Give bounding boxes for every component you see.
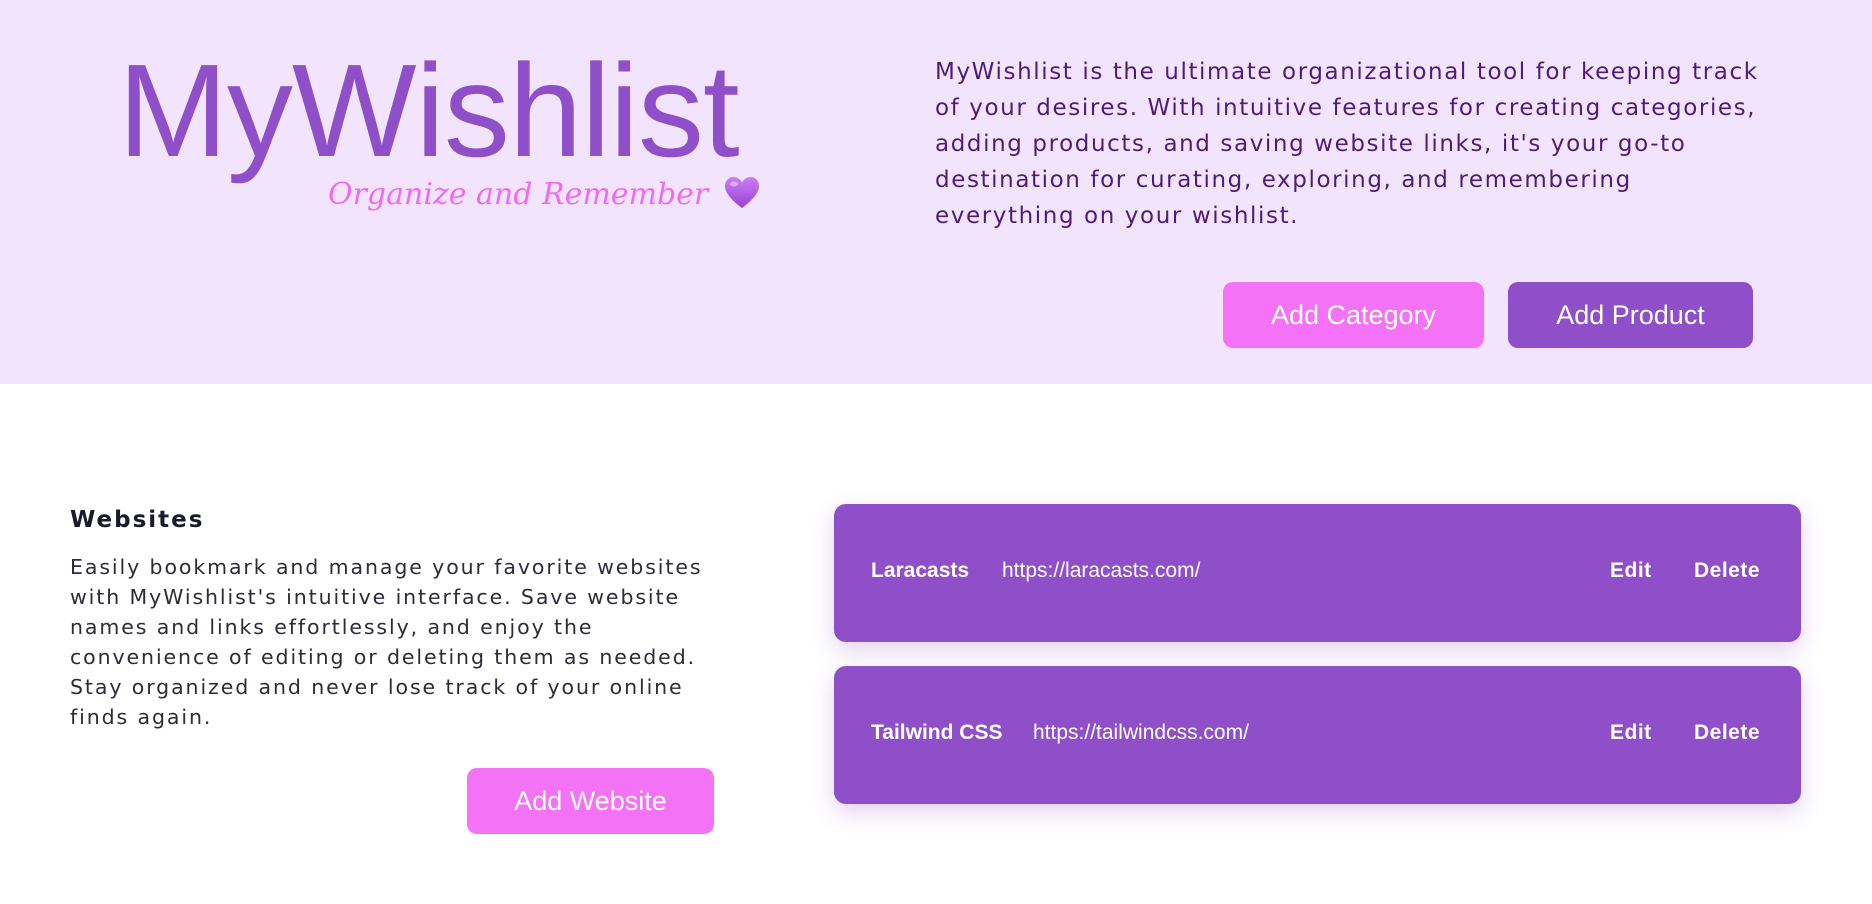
logo-title: MyWishlist [118,37,740,184]
delete-website-button[interactable]: Delete [1694,721,1760,745]
website-name: Tailwind CSS [871,721,1003,744]
website-card: Tailwind CSS https://tailwindcss.com/ Ed… [834,666,1801,804]
header-banner: MyWishlist Organize and Remember MyWishl… [0,0,1872,384]
website-name: Laracasts [871,559,970,582]
intro-text: MyWishlist is the ultimate organizationa… [935,59,1759,229]
website-card: Laracasts https://laracasts.com/ Edit De… [834,504,1801,642]
website-link[interactable]: https://tailwindcss.com/ [1033,721,1249,745]
edit-website-button[interactable]: Edit [1610,721,1652,745]
edit-website-button[interactable]: Edit [1610,559,1652,583]
tagline-text: Organize and Remember [328,177,709,212]
websites-title: Websites [70,507,205,533]
add-product-button[interactable]: Add Product [1508,282,1753,348]
delete-website-button[interactable]: Delete [1694,559,1760,583]
logo-tagline: Organize and Remember [328,170,760,220]
websites-description: Easily bookmark and manage your favorite… [70,555,703,729]
website-link[interactable]: https://laracasts.com/ [1002,559,1200,583]
purple-heart-icon [724,176,760,210]
add-category-button[interactable]: Add Category [1223,282,1484,348]
add-website-button[interactable]: Add Website [467,768,714,834]
